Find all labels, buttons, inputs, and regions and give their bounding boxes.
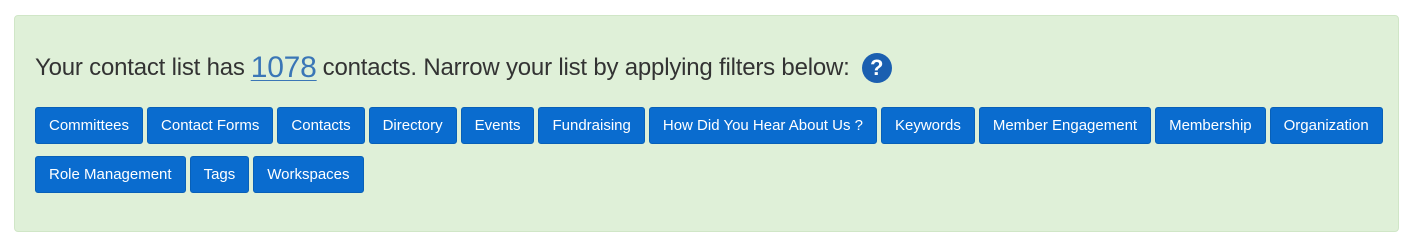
filter-button-events[interactable]: Events: [460, 107, 535, 144]
filter-button-committees[interactable]: Committees: [35, 107, 144, 144]
filter-button-workspaces[interactable]: Workspaces: [253, 156, 364, 193]
filter-button-fundraising[interactable]: Fundraising: [538, 107, 645, 144]
summary-prefix: Your contact list has: [35, 54, 245, 81]
filter-button-group: Committees Contact Forms Contacts Direct…: [35, 107, 1385, 201]
filter-button-organization[interactable]: Organization: [1269, 107, 1383, 144]
contact-filter-panel: Your contact list has 1078 contacts. Nar…: [14, 15, 1399, 232]
filter-button-how-did-you-hear[interactable]: How Did You Hear About Us ?: [648, 107, 877, 144]
filter-button-contact-forms[interactable]: Contact Forms: [147, 107, 274, 144]
filter-button-member-engagement[interactable]: Member Engagement: [978, 107, 1152, 144]
contact-summary: Your contact list has 1078 contacts. Nar…: [35, 48, 892, 88]
filter-button-keywords[interactable]: Keywords: [880, 107, 975, 144]
filter-button-directory[interactable]: Directory: [368, 107, 457, 144]
filter-button-contacts[interactable]: Contacts: [277, 107, 365, 144]
filter-button-role-management[interactable]: Role Management: [35, 156, 186, 193]
contact-count-link[interactable]: 1078: [251, 51, 317, 85]
summary-suffix: contacts. Narrow your list by applying f…: [322, 54, 850, 81]
filter-button-membership[interactable]: Membership: [1155, 107, 1266, 144]
filter-button-tags[interactable]: Tags: [189, 156, 250, 193]
question-circle-icon[interactable]: ?: [861, 53, 892, 83]
